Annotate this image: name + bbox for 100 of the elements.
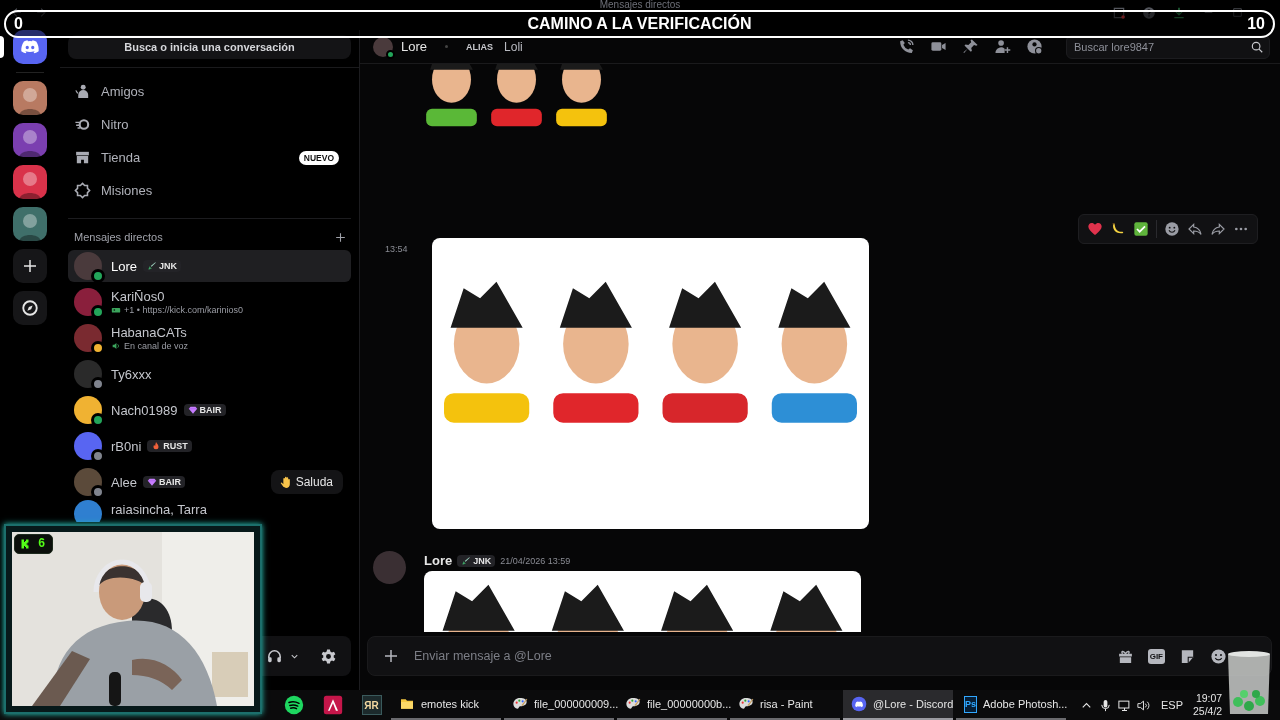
- search-button[interactable]: Busca o inicia una conversación: [68, 35, 351, 59]
- home-button[interactable]: [13, 30, 47, 64]
- add-friend-icon[interactable]: [994, 38, 1011, 55]
- contact-name: HabanaCATs: [111, 325, 187, 340]
- gif-button[interactable]: GIF: [1147, 648, 1165, 664]
- sticker-icon[interactable]: [1179, 647, 1196, 665]
- timestamp: 21/04/2026 13:59: [500, 555, 571, 566]
- banner-title: CAMINO A LA VERIFICACIÓN: [527, 15, 752, 33]
- search-icon[interactable]: [1250, 39, 1264, 54]
- taskbar-button[interactable]: emotes kick: [391, 690, 501, 720]
- tag-label: JNK: [159, 261, 178, 271]
- checkmark-icon[interactable]: [1133, 221, 1149, 237]
- taskbar-button[interactable]: @Lore - Discord: [843, 690, 953, 720]
- pin-icon[interactable]: [962, 38, 979, 55]
- headset-icon[interactable]: [266, 647, 283, 665]
- phone-icon[interactable]: [898, 38, 915, 55]
- plus-icon[interactable]: [334, 230, 347, 244]
- reply-icon[interactable]: [1187, 221, 1203, 237]
- network-icon[interactable]: [1117, 697, 1132, 713]
- shop-icon: [74, 149, 91, 166]
- viewer-count: 6: [38, 537, 46, 551]
- add-server-button[interactable]: [13, 249, 47, 283]
- taskbar-button[interactable]: Ps Adobe Photosh...: [956, 690, 1066, 720]
- help-icon[interactable]: [1142, 6, 1156, 20]
- dm-item[interactable]: Nach01989 BAIR: [68, 392, 351, 428]
- emoji-icon[interactable]: [1210, 647, 1227, 665]
- palette-icon: [738, 696, 754, 712]
- activity-text: En canal de voz: [124, 341, 189, 351]
- forward-icon[interactable]: [1210, 221, 1226, 237]
- microphone-icon[interactable]: [1098, 697, 1113, 713]
- explore-button[interactable]: [13, 291, 47, 325]
- dm-item[interactable]: HabanaCATs En canal de voz: [68, 320, 351, 356]
- chat-app-icon: [851, 696, 867, 712]
- nav-label: Misiones: [101, 183, 154, 198]
- contact-name: Ty6xxx: [111, 366, 152, 382]
- nav-item[interactable]: Nitro: [68, 108, 351, 141]
- palette-icon: [512, 696, 528, 712]
- maximize-icon[interactable]: [1231, 6, 1244, 19]
- avatar: [74, 500, 102, 522]
- nav-item[interactable]: Amigos: [68, 75, 351, 108]
- app-icon[interactable]: ЯR: [361, 695, 382, 715]
- clock-date[interactable]: 25/4/2: [1193, 705, 1223, 718]
- dm-item[interactable]: Alee BAIR Saluda: [68, 464, 351, 500]
- emoji-icon[interactable]: [1164, 221, 1180, 237]
- contact-name: raiasincha, Tarra: [111, 501, 207, 517]
- dm-item[interactable]: rB0ni RUST: [68, 428, 351, 464]
- section-heading: Mensajes directos: [74, 231, 163, 243]
- message-field[interactable]: Enviar mensaje a @Lore: [414, 646, 1103, 666]
- badge-icon: [74, 182, 91, 199]
- plus-icon: [21, 257, 39, 275]
- speaker-icon: [111, 341, 121, 351]
- folder-icon: [399, 696, 415, 712]
- contact-name: Lore: [111, 258, 138, 274]
- server-icon[interactable]: [13, 81, 47, 115]
- compass-icon: [21, 299, 39, 317]
- music-app-icon[interactable]: [283, 695, 304, 715]
- heart-icon[interactable]: [1087, 221, 1103, 237]
- nav-item[interactable]: Misiones: [68, 174, 351, 207]
- app-icon: Ps: [964, 695, 977, 713]
- search-field[interactable]: Buscar lore9847: [1066, 34, 1270, 59]
- person-icon: [74, 83, 91, 100]
- taskbar-button[interactable]: risa - Paint: [730, 690, 840, 720]
- window-title: Mensajes directos: [599, 0, 681, 10]
- message-composer[interactable]: Enviar mensaje a @Lore GIF: [367, 636, 1272, 676]
- counter-text: 10: [1247, 15, 1265, 33]
- tag-label: BAIR: [199, 405, 222, 415]
- app-icon[interactable]: [322, 695, 343, 715]
- new-badge: NUEVO: [298, 150, 339, 165]
- dm-item[interactable]: Ty6xxx: [68, 356, 351, 392]
- contact-name: Nach01989: [111, 402, 178, 418]
- counter-text: 0: [14, 15, 23, 33]
- plus-icon[interactable]: [382, 647, 400, 665]
- download-icon[interactable]: [1172, 6, 1186, 20]
- contact-name: rB0ni: [111, 438, 142, 454]
- nav-item[interactable]: Tienda NUEVO: [68, 141, 351, 174]
- language-indicator[interactable]: ESP: [1161, 699, 1183, 711]
- palette-icon: [625, 696, 641, 712]
- gem-icon: [187, 405, 198, 415]
- tag-label: BAIR: [159, 477, 182, 487]
- avatar: [373, 551, 406, 584]
- tag-label: JNK: [473, 555, 492, 566]
- sword-icon: [147, 261, 158, 271]
- contact-name: KariÑos0: [111, 289, 165, 304]
- dm-item[interactable]: Lore JNK: [68, 250, 351, 282]
- alias-label: ALIAS: [466, 41, 494, 52]
- inbox-icon[interactable]: [1112, 6, 1126, 20]
- clock-time[interactable]: 19:07: [1195, 692, 1223, 705]
- server-icon[interactable]: [13, 207, 47, 241]
- wave-button[interactable]: Saluda: [270, 470, 343, 494]
- logo-icon: [20, 538, 32, 550]
- volume-icon[interactable]: [1136, 697, 1151, 713]
- settings-icon[interactable]: [320, 647, 337, 665]
- profile-icon[interactable]: [1026, 38, 1043, 55]
- server-icon[interactable]: [13, 165, 47, 199]
- waving-hand-icon: [278, 475, 292, 489]
- gamepad-icon: [111, 305, 121, 315]
- contact-name: Lore: [401, 39, 428, 54]
- dm-item[interactable]: KariÑos0 +1 • https://kick.com/karinios0: [68, 284, 351, 320]
- server-icon[interactable]: [13, 123, 47, 157]
- cup-drawing: [1226, 650, 1272, 716]
